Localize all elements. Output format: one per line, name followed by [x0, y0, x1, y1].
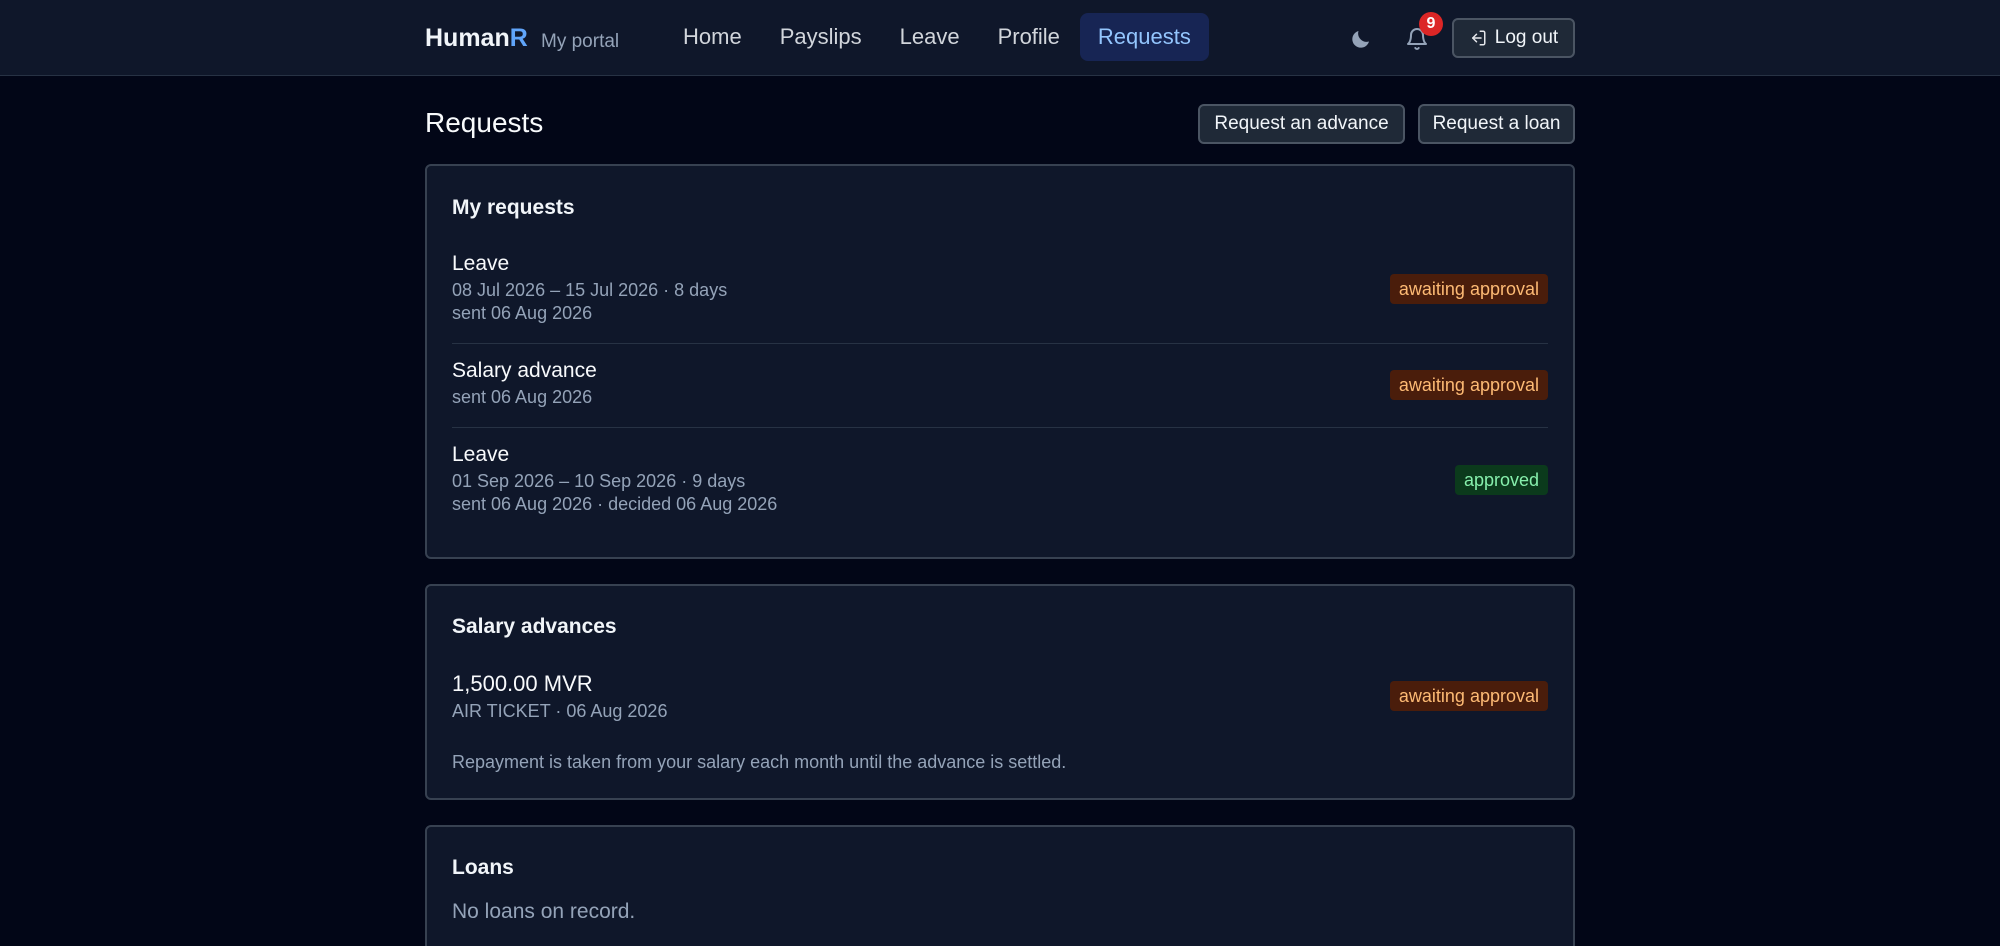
request-type: Leave — [452, 252, 510, 275]
my-requests-card: My requests Leave 08 Jul 2026 – 15 Jul 2… — [425, 164, 1575, 559]
moon-icon — [1352, 31, 1369, 48]
divider — [452, 343, 1548, 344]
loans-empty-text: No loans on record. — [452, 900, 636, 923]
nav-payslips[interactable]: Payslips — [762, 13, 880, 61]
nav-home[interactable]: Home — [665, 13, 760, 61]
logout-button[interactable]: Log out — [1452, 18, 1575, 58]
salary-advances-title: Salary advances — [452, 615, 617, 638]
brand-logo[interactable]: Human R — [425, 24, 528, 53]
my-requests-title: My requests — [452, 196, 575, 219]
brand-name: Human — [425, 24, 510, 52]
salary-advances-card: Salary advances 1,500.00 MVR AIR TICKET … — [425, 584, 1575, 800]
main-nav: Home Payslips Leave Profile Requests — [665, 13, 1211, 61]
request-item[interactable]: Salary advance sent 06 Aug 2026 — [452, 359, 1548, 408]
status-badge: awaiting approval — [1389, 274, 1548, 304]
loans-card: Loans No loans on record. — [425, 825, 1575, 946]
request-sent: sent 06 Aug 2026 — [452, 387, 593, 407]
advance-item[interactable]: 1,500.00 MVR AIR TICKET · 06 Aug 2026 — [452, 671, 1548, 722]
request-item[interactable]: Leave 01 Sep 2026 – 10 Sep 2026 · 9 days… — [452, 443, 1548, 515]
advance-amount: 1,500.00 MVR — [452, 671, 593, 696]
nav-profile[interactable]: Profile — [980, 13, 1078, 61]
status-badge: awaiting approval — [1389, 370, 1548, 400]
request-dates: 01 Sep 2026 – 10 Sep 2026 · 9 days — [452, 471, 746, 491]
request-dates: 08 Jul 2026 – 15 Jul 2026 · 8 days — [452, 280, 728, 300]
nav-requests[interactable]: Requests — [1079, 13, 1209, 61]
status-badge: awaiting approval — [1389, 681, 1548, 711]
status-badge: approved — [1454, 465, 1548, 495]
brand-accent: R — [509, 24, 528, 52]
request-sent: sent 06 Aug 2026 — [452, 303, 593, 323]
top-navbar: Human R My portal Home Payslips Leave Pro… — [0, 0, 2000, 76]
notification-count-badge: 9 — [1419, 12, 1443, 36]
request-sent: sent 06 Aug 2026 · decided 06 Aug 2026 — [452, 494, 778, 514]
request-item[interactable]: Leave 08 Jul 2026 – 15 Jul 2026 · 8 days… — [452, 252, 1548, 324]
page-title: Requests — [425, 107, 544, 138]
brand-subtitle: My portal — [541, 31, 620, 52]
logout-icon — [1471, 30, 1486, 46]
request-advance-button[interactable]: Request an advance — [1198, 104, 1405, 144]
theme-toggle-button[interactable] — [1346, 24, 1376, 54]
request-loan-button[interactable]: Request a loan — [1418, 104, 1575, 144]
logout-label: Log out — [1494, 27, 1559, 48]
loans-title: Loans — [452, 856, 514, 879]
divider — [452, 427, 1548, 428]
request-type: Leave — [452, 443, 510, 466]
repayment-note: Repayment is taken from your salary each… — [452, 752, 1067, 772]
nav-leave[interactable]: Leave — [882, 13, 978, 61]
request-type: Salary advance — [452, 359, 597, 382]
advance-detail: AIR TICKET · 06 Aug 2026 — [452, 701, 668, 721]
